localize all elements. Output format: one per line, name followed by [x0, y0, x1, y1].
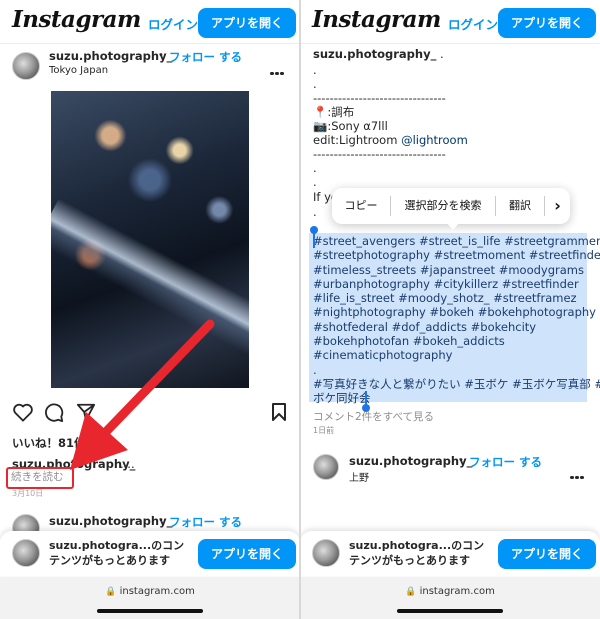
text-context-menu: コピー 選択部分を検索 翻訳 › [332, 188, 570, 224]
selection-end-handle[interactable] [362, 404, 370, 412]
lock-icon: 🔒 [105, 587, 117, 597]
bookmark-icon[interactable] [271, 402, 287, 422]
avatar[interactable] [313, 454, 339, 480]
url-label: instagram.com [119, 586, 195, 597]
caption-head-suffix: . [439, 47, 444, 61]
avatar [12, 539, 40, 567]
next-post-header: suzu.photography_ • フォロー する 上野 [300, 450, 600, 494]
lightroom-mention-link[interactable]: @lightroom [401, 133, 468, 147]
hashtag-line[interactable]: #nightphotography #bokeh #bokehphotograp… [313, 305, 596, 319]
caption-username[interactable]: suzu.photography_ [313, 47, 436, 61]
view-all-comments-link[interactable]: コメント2件をすべて見る [313, 409, 434, 424]
caption-head: suzu.photography_ . [313, 47, 444, 61]
banner-open-app-button[interactable]: アプリを開く [498, 539, 596, 569]
next-follow-button[interactable]: フォロー する [469, 454, 542, 470]
caption-line: 📷:Sony α7lll [313, 119, 388, 133]
chevron-right-icon[interactable]: › [545, 188, 570, 224]
caption-line: -------------------------------- [313, 147, 446, 161]
top-header: Instagram ログイン アプリを開く [0, 0, 300, 44]
next-post-location[interactable]: 上野 [349, 469, 369, 484]
lock-icon: 🔒 [405, 587, 417, 597]
top-header: Instagram ログイン アプリを開く [300, 0, 600, 44]
login-link[interactable]: ログイン [448, 14, 498, 33]
banner-text: suzu.photogra...のコンテンツがもっとあります [349, 539, 485, 567]
separator-dot: • [158, 515, 164, 526]
instagram-logo[interactable]: Instagram [12, 6, 141, 33]
hashtag-line[interactable]: #shotfederal #dof_addicts #bokehcity [313, 320, 593, 334]
hashtag-block[interactable]: #street_avengers #street_is_life #street… [313, 234, 600, 406]
url-label: instagram.com [419, 586, 495, 597]
hashtag-line[interactable]: #life_is_street #moody_shotz_ #streetfra… [313, 291, 593, 305]
hashtag-line[interactable]: #urbanphotography #citykillerz #streetfi… [313, 277, 593, 291]
next-follow-button[interactable]: フォロー する [169, 514, 242, 530]
selection-start-bar [313, 232, 315, 248]
hashtag-line: . [313, 362, 317, 377]
more-options-icon[interactable] [570, 464, 586, 479]
caption-line: 📍:調布 [313, 105, 355, 119]
caption-line: . [313, 63, 317, 77]
post-day: 1日前 [313, 426, 335, 435]
hashtag-line[interactable]: #timeless_streets #japanstreet #moodygra… [313, 263, 593, 277]
caption-edit-line: edit:Lightroom @lightroom [313, 133, 468, 147]
hashtag-line[interactable]: #bokehphotofan #bokeh_addicts [313, 334, 593, 348]
app-promo-banner: suzu.photogra...のコンテンツがもっとあります アプリを開く [0, 531, 300, 576]
home-indicator[interactable] [97, 609, 203, 613]
search-selection-menu-item[interactable]: 選択部分を検索 [391, 188, 495, 224]
like-heart-icon[interactable] [12, 402, 34, 422]
home-indicator[interactable] [397, 609, 503, 613]
post-date: 3月10日 [12, 489, 44, 498]
copy-menu-item[interactable]: コピー [332, 188, 390, 224]
context-menu-pointer [446, 222, 460, 230]
avatar[interactable] [12, 52, 40, 80]
panel-divider [299, 0, 301, 619]
hashtag-line[interactable]: #street_avengers #street_is_life #street… [313, 234, 600, 248]
more-options-icon[interactable] [270, 60, 286, 75]
caption-line: . [313, 161, 317, 175]
caption-line: . [313, 175, 317, 189]
post-username[interactable]: suzu.photography_ [49, 49, 172, 63]
open-app-button[interactable]: アプリを開く [498, 8, 596, 38]
url-text: 🔒 instagram.com [300, 586, 600, 597]
banner-open-app-button[interactable]: アプリを開く [198, 539, 296, 569]
caption-line: . [313, 77, 317, 91]
caption-line: -------------------------------- [313, 91, 446, 105]
post-header: suzu.photography_ • フォロー する Tokyo Japan [0, 44, 300, 88]
red-callout-arrow-icon [70, 319, 215, 470]
translate-menu-item[interactable]: 翻訳 [496, 188, 544, 224]
hashtag-line[interactable]: #cinematicphotography [313, 348, 593, 362]
caption-line: . [313, 205, 317, 219]
next-post-username[interactable]: suzu.photography_ [349, 454, 472, 468]
app-promo-banner: suzu.photogra...のコンテンツがもっとあります アプリを開く [300, 531, 600, 576]
open-app-button[interactable]: アプリを開く [198, 8, 296, 38]
login-link[interactable]: ログイン [148, 14, 198, 33]
post-location[interactable]: Tokyo Japan [49, 65, 108, 76]
separator-dot: • [458, 455, 464, 466]
banner-text: suzu.photogra...のコンテンツがもっとあります [49, 539, 185, 567]
hashtag-line[interactable]: #streetphotography #streetmoment #street… [313, 248, 600, 262]
avatar [312, 539, 340, 567]
selection-end-bar [365, 391, 367, 405]
follow-button[interactable]: フォロー する [169, 49, 242, 65]
hashtag-line[interactable]: #写真好きな人と繋がりたい #玉ボケ #玉ボケ写真部 #玉 [313, 377, 600, 391]
instagram-logo[interactable]: Instagram [312, 6, 441, 33]
edit-prefix: edit:Lightroom [313, 133, 402, 147]
hashtag-line[interactable]: ボケ同好会 [313, 391, 593, 405]
separator-dot: • [158, 50, 164, 61]
next-post-username[interactable]: suzu.photography_ [49, 514, 172, 528]
url-text: 🔒 instagram.com [0, 586, 300, 597]
